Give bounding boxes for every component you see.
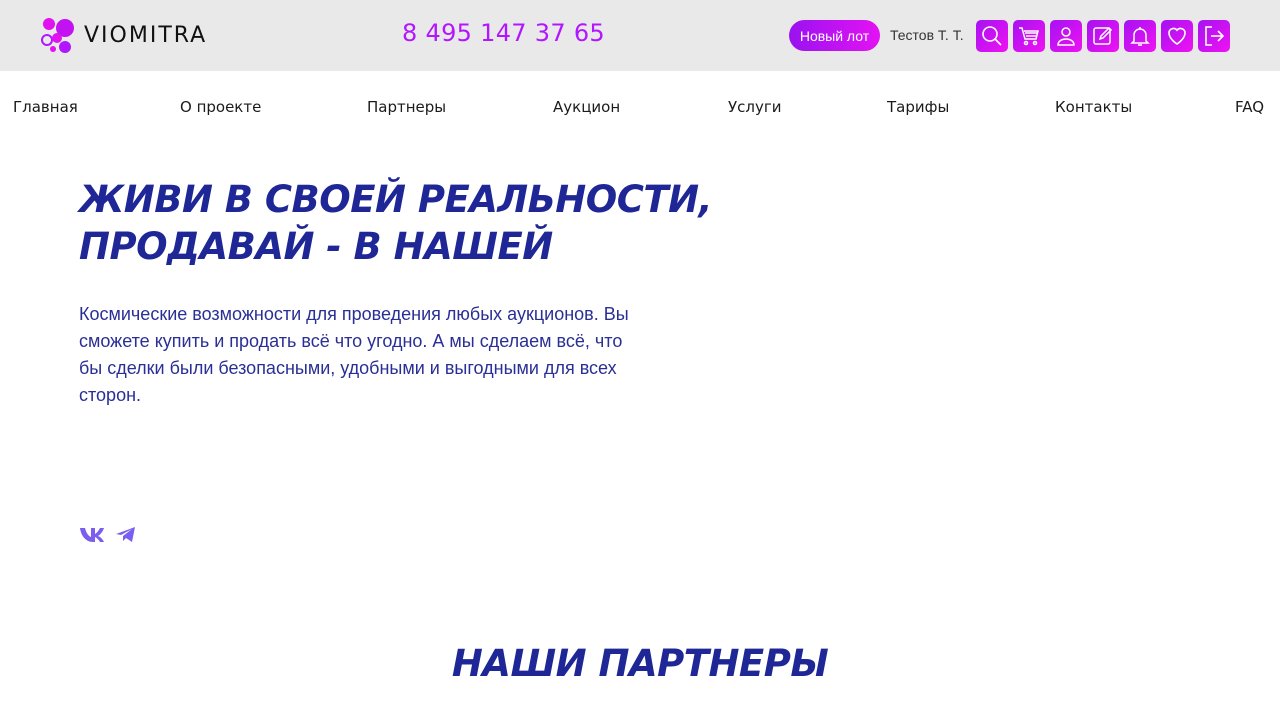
- favorites-button[interactable]: [1161, 20, 1193, 52]
- edit-button[interactable]: [1087, 20, 1119, 52]
- cart-button[interactable]: [1013, 20, 1045, 52]
- nav-item-tariffs[interactable]: Тарифы: [887, 98, 949, 116]
- nav-item-partners[interactable]: Партнеры: [367, 98, 446, 116]
- hero-title-line2: ПРОДАВАЙ - В НАШЕЙ: [79, 225, 553, 268]
- hero-description: Космические возможности для проведения л…: [79, 304, 629, 405]
- search-icon: [982, 26, 1002, 46]
- edit-icon: [1093, 26, 1113, 45]
- nav-item-auction[interactable]: Аукцион: [553, 98, 620, 116]
- notifications-button[interactable]: [1124, 20, 1156, 52]
- main-nav: Главная О проекте Партнеры Аукцион Услуг…: [0, 71, 1280, 143]
- profile-button[interactable]: [1050, 20, 1082, 52]
- new-lot-button[interactable]: Новый лот: [789, 20, 880, 51]
- search-button[interactable]: [976, 20, 1008, 52]
- telegram-icon[interactable]: [115, 525, 137, 545]
- logo[interactable]: VIOMITRA: [40, 16, 207, 54]
- top-bar: VIOMITRA 8 495 147 37 65 Новый лот Тесто…: [0, 0, 1280, 71]
- nav-item-about[interactable]: О проекте: [180, 98, 261, 116]
- logo-text: VIOMITRA: [84, 22, 208, 48]
- nav-item-services[interactable]: Услуги: [728, 98, 781, 116]
- social-links: [79, 525, 137, 545]
- heart-icon: [1168, 27, 1186, 45]
- phone-number[interactable]: 8 495 147 37 65: [402, 19, 605, 47]
- bell-icon: [1130, 27, 1150, 46]
- user-name[interactable]: Тестов Т. Т.: [890, 27, 964, 43]
- logout-button[interactable]: [1198, 20, 1230, 52]
- logo-icon: [41, 18, 74, 53]
- logout-icon: [1205, 26, 1225, 46]
- user-icon: [1057, 27, 1075, 46]
- nav-item-faq[interactable]: FAQ: [1235, 98, 1264, 116]
- hero-title-line1: ЖИВИ В СВОЕЙ РЕАЛЬНОСТИ,: [79, 178, 713, 221]
- nav-item-home[interactable]: Главная: [13, 98, 78, 116]
- nav-item-contacts[interactable]: Контакты: [1055, 98, 1132, 116]
- vk-icon[interactable]: [79, 525, 107, 545]
- partners-title: НАШИ ПАРТНЕРЫ: [451, 642, 829, 685]
- hero-title: ЖИВИ В СВОЕЙ РЕАЛЬНОСТИ, ПРОДАВАЙ - В НА…: [79, 176, 719, 270]
- cart-icon: [1019, 27, 1039, 46]
